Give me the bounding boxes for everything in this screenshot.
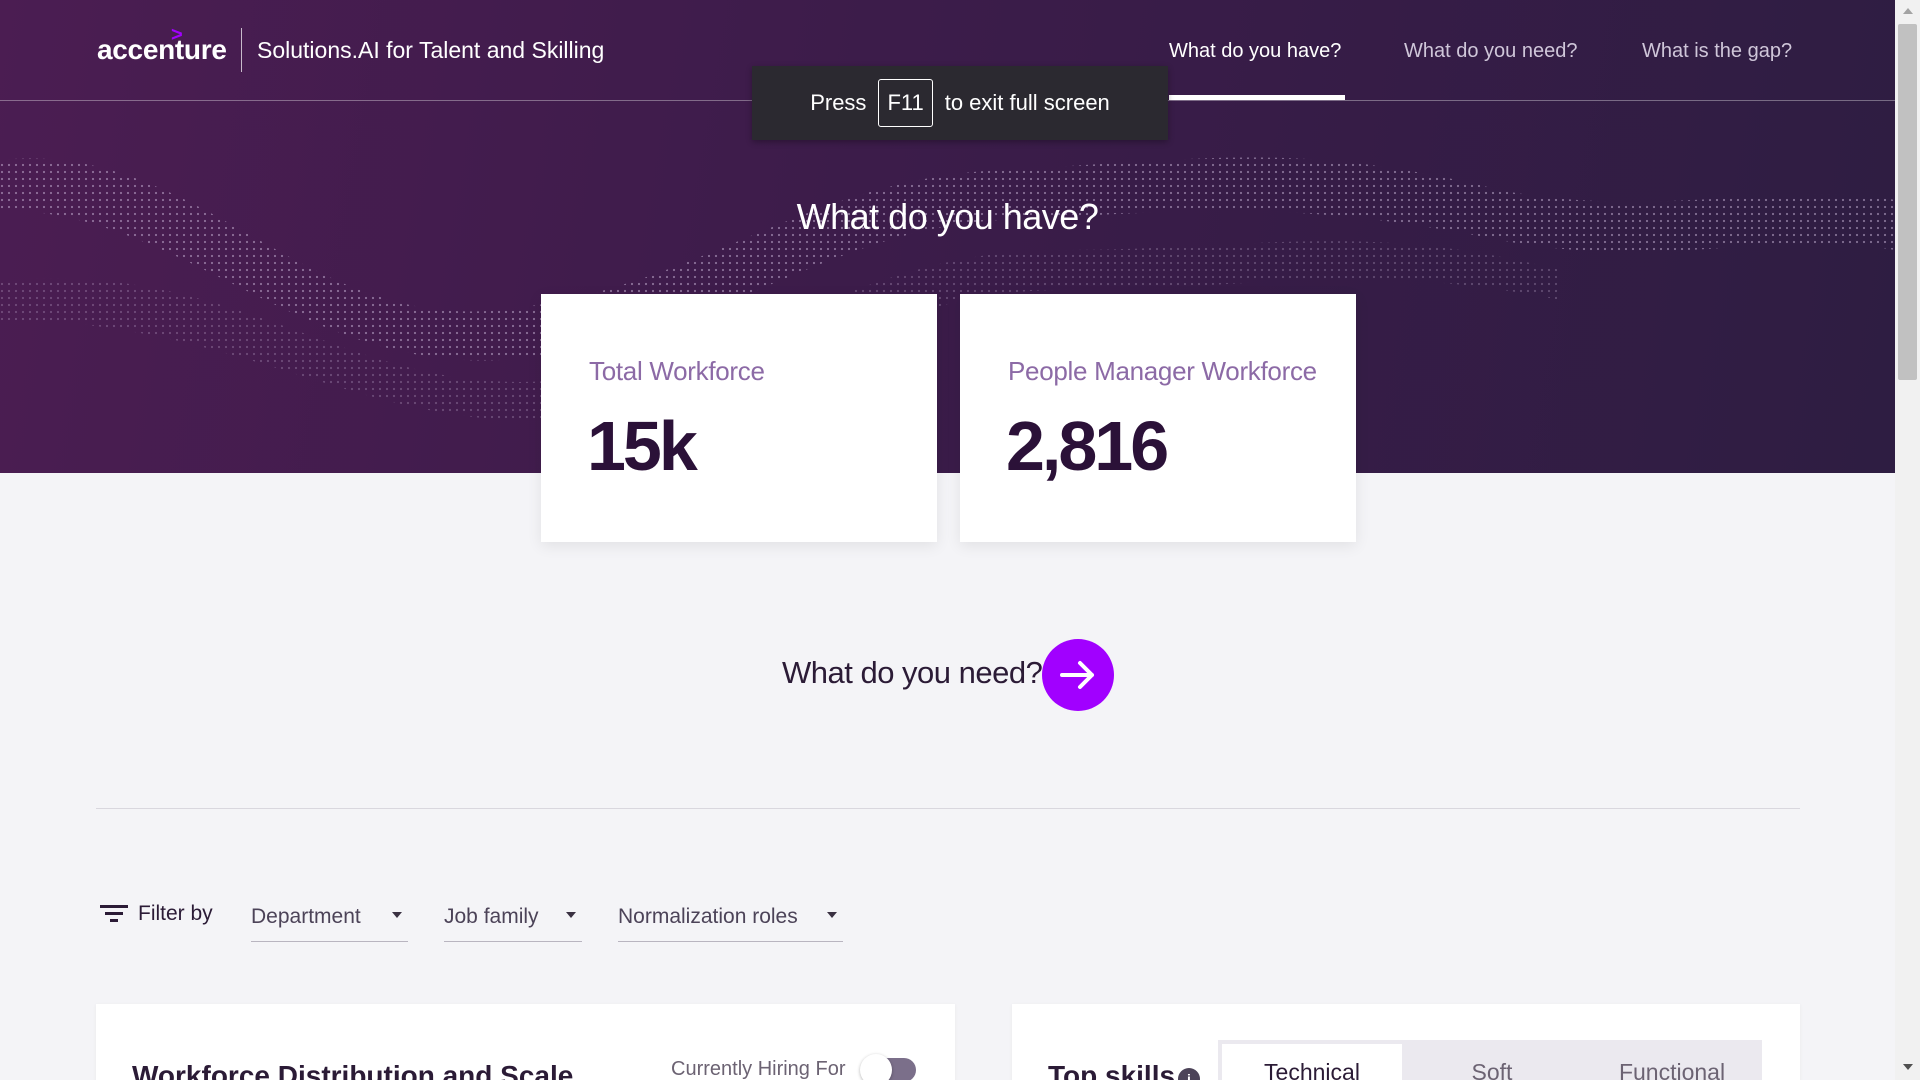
dropdown-label: Job family [444,905,539,928]
currently-hiring-toggle[interactable] [860,1054,916,1080]
next-step-label: What do you need? [782,655,1043,690]
nav-what-do-you-have[interactable]: What do you have? [1169,40,1341,63]
tab-functional[interactable]: Functional [1582,1044,1762,1080]
page: accenture > Solutions.AI for Talent and … [0,0,1895,1080]
nav-what-is-the-gap[interactable]: What is the gap? [1642,40,1792,63]
filter-label: Filter by [138,902,213,925]
toast-press-text: Press [810,90,867,115]
job-family-dropdown[interactable]: Job family [444,898,582,942]
chevron-down-icon [392,912,402,918]
logo-chevron-icon: > [171,24,183,46]
skill-tabs: Technical Soft Functional [1218,1040,1762,1080]
dropdown-label: Department [251,905,361,928]
chevron-down-icon [566,912,576,918]
panel-title: Top skills [1048,1060,1176,1080]
department-dropdown[interactable]: Department [251,898,408,942]
section-divider [96,808,1800,809]
toggle-knob [860,1054,892,1080]
dropdown-label: Normalization roles [618,905,798,928]
fullscreen-toast: Press F11 to exit full screen [752,66,1168,140]
card-label: People Manager Workforce [1008,356,1317,386]
panel-title: Workforce Distribution and Scale [132,1060,574,1080]
filter-icon [100,905,128,922]
workforce-distribution-panel: Workforce Distribution and Scale Current… [96,1004,955,1080]
info-icon[interactable]: i [1178,1068,1200,1080]
card-label: Total Workforce [589,356,765,386]
arrow-right-icon [1060,661,1094,689]
top-skills-panel: Top skills i Technical Soft Functional [1012,1004,1800,1080]
scrollbar-thumb[interactable] [1898,24,1917,380]
scroll-up-arrow-icon[interactable] [1903,8,1913,14]
tab-technical[interactable]: Technical [1222,1044,1402,1080]
hero-heading: What do you have? [796,196,1099,237]
toast-suffix-text: to exit full screen [944,90,1110,115]
logo-text: accenture [97,34,227,65]
nav-what-do-you-need[interactable]: What do you need? [1404,40,1577,63]
scroll-down-arrow-icon[interactable] [1903,1064,1913,1070]
vertical-scrollbar[interactable] [1895,0,1920,1080]
toast-key: F11 [878,79,933,127]
active-nav-indicator [1169,95,1345,100]
accenture-logo[interactable]: accenture > [97,24,227,66]
chevron-down-icon [827,912,837,918]
decorative-dot-waves [0,157,1895,421]
card-value: 15k [587,407,698,485]
app-title: Solutions.AI for Talent and Skilling [257,37,605,63]
total-workforce-card: Total Workforce 15k [541,294,937,542]
tab-soft[interactable]: Soft [1402,1044,1582,1080]
logo-divider [241,28,242,72]
next-step-button[interactable] [1042,639,1114,711]
card-value: 2,816 [1006,407,1169,485]
people-manager-workforce-card: People Manager Workforce 2,816 [960,294,1356,542]
currently-hiring-label: Currently Hiring For [671,1058,846,1080]
normalization-roles-dropdown[interactable]: Normalization roles [618,898,843,942]
